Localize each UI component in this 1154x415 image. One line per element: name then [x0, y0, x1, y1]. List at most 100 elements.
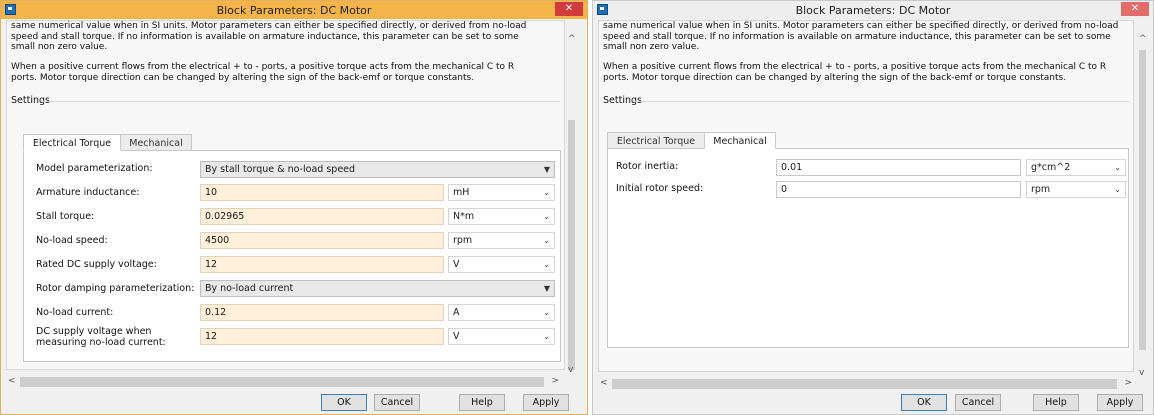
description-paragraph-1: same numerical value when in SI units. M… [603, 21, 1127, 53]
cancel-button[interactable]: Cancel [955, 394, 1001, 411]
label-stall-torque: Stall torque: [36, 211, 95, 222]
title-bar[interactable]: Block Parameters: DC Motor ✕ [1, 1, 587, 19]
scroll-right-icon[interactable]: > [551, 376, 559, 386]
vertical-scrollbar[interactable]: ^ v [1138, 20, 1147, 380]
chevron-down-icon: ⌄ [543, 332, 550, 341]
label-no-load-speed: No-load speed: [36, 235, 108, 246]
description-line: same numerical value when in SI units. M… [11, 21, 527, 31]
title-bar[interactable]: Block Parameters: DC Motor ✕ [593, 1, 1153, 19]
tab-mechanical[interactable]: Mechanical [120, 134, 192, 151]
settings-divider [43, 101, 560, 102]
apply-button[interactable]: Apply [1097, 394, 1143, 411]
apply-button[interactable]: Apply [523, 394, 569, 411]
description-line: same numerical value when in SI units. M… [603, 21, 1119, 31]
dialog-content: same numerical value when in SI units. M… [598, 20, 1134, 372]
no-load-current-input[interactable]: 0.12 [200, 304, 444, 321]
unit-value: rpm [1031, 184, 1051, 195]
close-icon: ✕ [1130, 3, 1140, 14]
rotor-damping-parameterization-select[interactable]: By no-load current ▼ [200, 280, 555, 297]
scroll-down-icon[interactable]: v [568, 365, 573, 375]
scroll-left-icon[interactable]: < [600, 378, 608, 388]
unit-value: V [453, 259, 460, 270]
tab-electrical-torque[interactable]: Electrical Torque [23, 134, 121, 151]
unit-value: rpm [453, 235, 473, 246]
scroll-right-icon[interactable]: > [1124, 378, 1132, 388]
dc-supply-voltage-no-load-input[interactable]: 12 [200, 328, 444, 345]
unit-value: V [453, 331, 460, 342]
chevron-down-icon: ⌄ [543, 212, 550, 221]
help-button[interactable]: Help [1033, 394, 1079, 411]
model-parameterization-select[interactable]: By stall torque & no-load speed ▼ [200, 161, 555, 178]
scroll-up-icon[interactable]: ^ [1139, 34, 1147, 44]
rated-dc-supply-voltage-input[interactable]: 12 [200, 256, 444, 273]
description-line: When a positive current flows from the e… [603, 62, 1107, 72]
ok-button[interactable]: OK [901, 394, 947, 411]
vertical-scrollbar[interactable]: ^ v [567, 20, 576, 376]
chevron-down-icon: ⌄ [1114, 163, 1121, 172]
window-title: Block Parameters: DC Motor [795, 4, 951, 17]
initial-rotor-speed-input[interactable]: 0 [776, 181, 1021, 198]
scrollbar-thumb[interactable] [612, 379, 1117, 389]
description-line: ports. Motor torque direction can be cha… [603, 72, 1067, 83]
unit-value: g*cm^2 [1031, 162, 1071, 173]
tab-electrical-torque[interactable]: Electrical Torque [607, 132, 705, 149]
description-line: small non zero value. [11, 42, 108, 52]
no-load-speed-input[interactable]: 4500 [200, 232, 444, 249]
parameters-panel: Rotor inertia: 0.01 g*cm^2 ⌄ Initial rot… [607, 148, 1129, 348]
dropdown-arrow-icon: ▼ [543, 284, 550, 293]
label-line: DC supply voltage when [36, 326, 152, 337]
label-rotor-inertia: Rotor inertia: [616, 161, 679, 172]
description-line: speed and stall torque. If no informatio… [11, 31, 519, 42]
stall-torque-unit-select[interactable]: N*m ⌄ [448, 208, 555, 225]
settings-divider [635, 101, 1129, 102]
chevron-down-icon: ⌄ [543, 236, 550, 245]
label-rotor-damping-parameterization: Rotor damping parameterization: [36, 283, 195, 294]
dialog-window-left: Block Parameters: DC Motor ✕ same numeri… [0, 0, 588, 415]
cancel-button[interactable]: Cancel [374, 394, 420, 411]
label-dc-supply-voltage-no-load: DC supply voltage when measuring no-load… [36, 326, 166, 348]
close-button[interactable]: ✕ [1121, 2, 1149, 16]
rotor-inertia-input[interactable]: 0.01 [776, 159, 1021, 176]
chevron-down-icon: ⌄ [1114, 185, 1121, 194]
close-button[interactable]: ✕ [555, 2, 583, 16]
scrollbar-thumb[interactable] [20, 377, 544, 387]
label-rated-dc-supply-voltage: Rated DC supply voltage: [36, 259, 157, 270]
label-line: measuring no-load current: [36, 336, 166, 348]
scroll-down-icon[interactable]: v [1139, 368, 1144, 378]
label-model-parameterization: Model parameterization: [36, 163, 153, 174]
description-line: small non zero value. [603, 42, 700, 52]
stall-torque-input[interactable]: 0.02965 [200, 208, 444, 225]
rotor-inertia-unit-select[interactable]: g*cm^2 ⌄ [1026, 159, 1126, 176]
label-initial-rotor-speed: Initial rotor speed: [616, 183, 704, 194]
armature-inductance-input[interactable]: 10 [200, 184, 444, 201]
scrollbar-thumb[interactable] [568, 120, 575, 370]
no-load-speed-unit-select[interactable]: rpm ⌄ [448, 232, 555, 249]
chevron-down-icon: ⌄ [543, 308, 550, 317]
dc-supply-voltage-no-load-unit-select[interactable]: V ⌄ [448, 328, 555, 345]
no-load-current-unit-select[interactable]: A ⌄ [448, 304, 555, 321]
horizontal-scrollbar[interactable]: < > [598, 377, 1138, 391]
chevron-down-icon: ⌄ [543, 188, 550, 197]
tab-mechanical[interactable]: Mechanical [704, 132, 776, 149]
horizontal-scrollbar[interactable]: < > [6, 375, 565, 389]
description-line: speed and stall torque. If no informatio… [603, 31, 1111, 42]
description-paragraph-2: When a positive current flows from the e… [11, 62, 558, 83]
dialog-window-right: Block Parameters: DC Motor ✕ same numeri… [592, 0, 1154, 415]
label-armature-inductance: Armature inductance: [36, 187, 140, 198]
description-line: When a positive current flows from the e… [11, 62, 515, 72]
description-paragraph-2: When a positive current flows from the e… [603, 62, 1127, 83]
armature-inductance-unit-select[interactable]: mH ⌄ [448, 184, 555, 201]
unit-value: mH [453, 187, 470, 198]
close-icon: ✕ [564, 3, 574, 14]
initial-rotor-speed-unit-select[interactable]: rpm ⌄ [1026, 181, 1126, 198]
parameters-panel: Model parameterization: By stall torque … [23, 150, 561, 362]
dialog-content: same numerical value when in SI units. M… [6, 20, 565, 370]
rated-dc-supply-voltage-unit-select[interactable]: V ⌄ [448, 256, 555, 273]
scrollbar-thumb[interactable] [1139, 50, 1146, 350]
help-button[interactable]: Help [459, 394, 505, 411]
ok-button[interactable]: OK [321, 394, 367, 411]
unit-value: N*m [453, 211, 475, 222]
description-line: ports. Motor torque direction can be cha… [11, 72, 475, 83]
scroll-up-icon[interactable]: ^ [568, 34, 576, 44]
scroll-left-icon[interactable]: < [8, 376, 16, 386]
